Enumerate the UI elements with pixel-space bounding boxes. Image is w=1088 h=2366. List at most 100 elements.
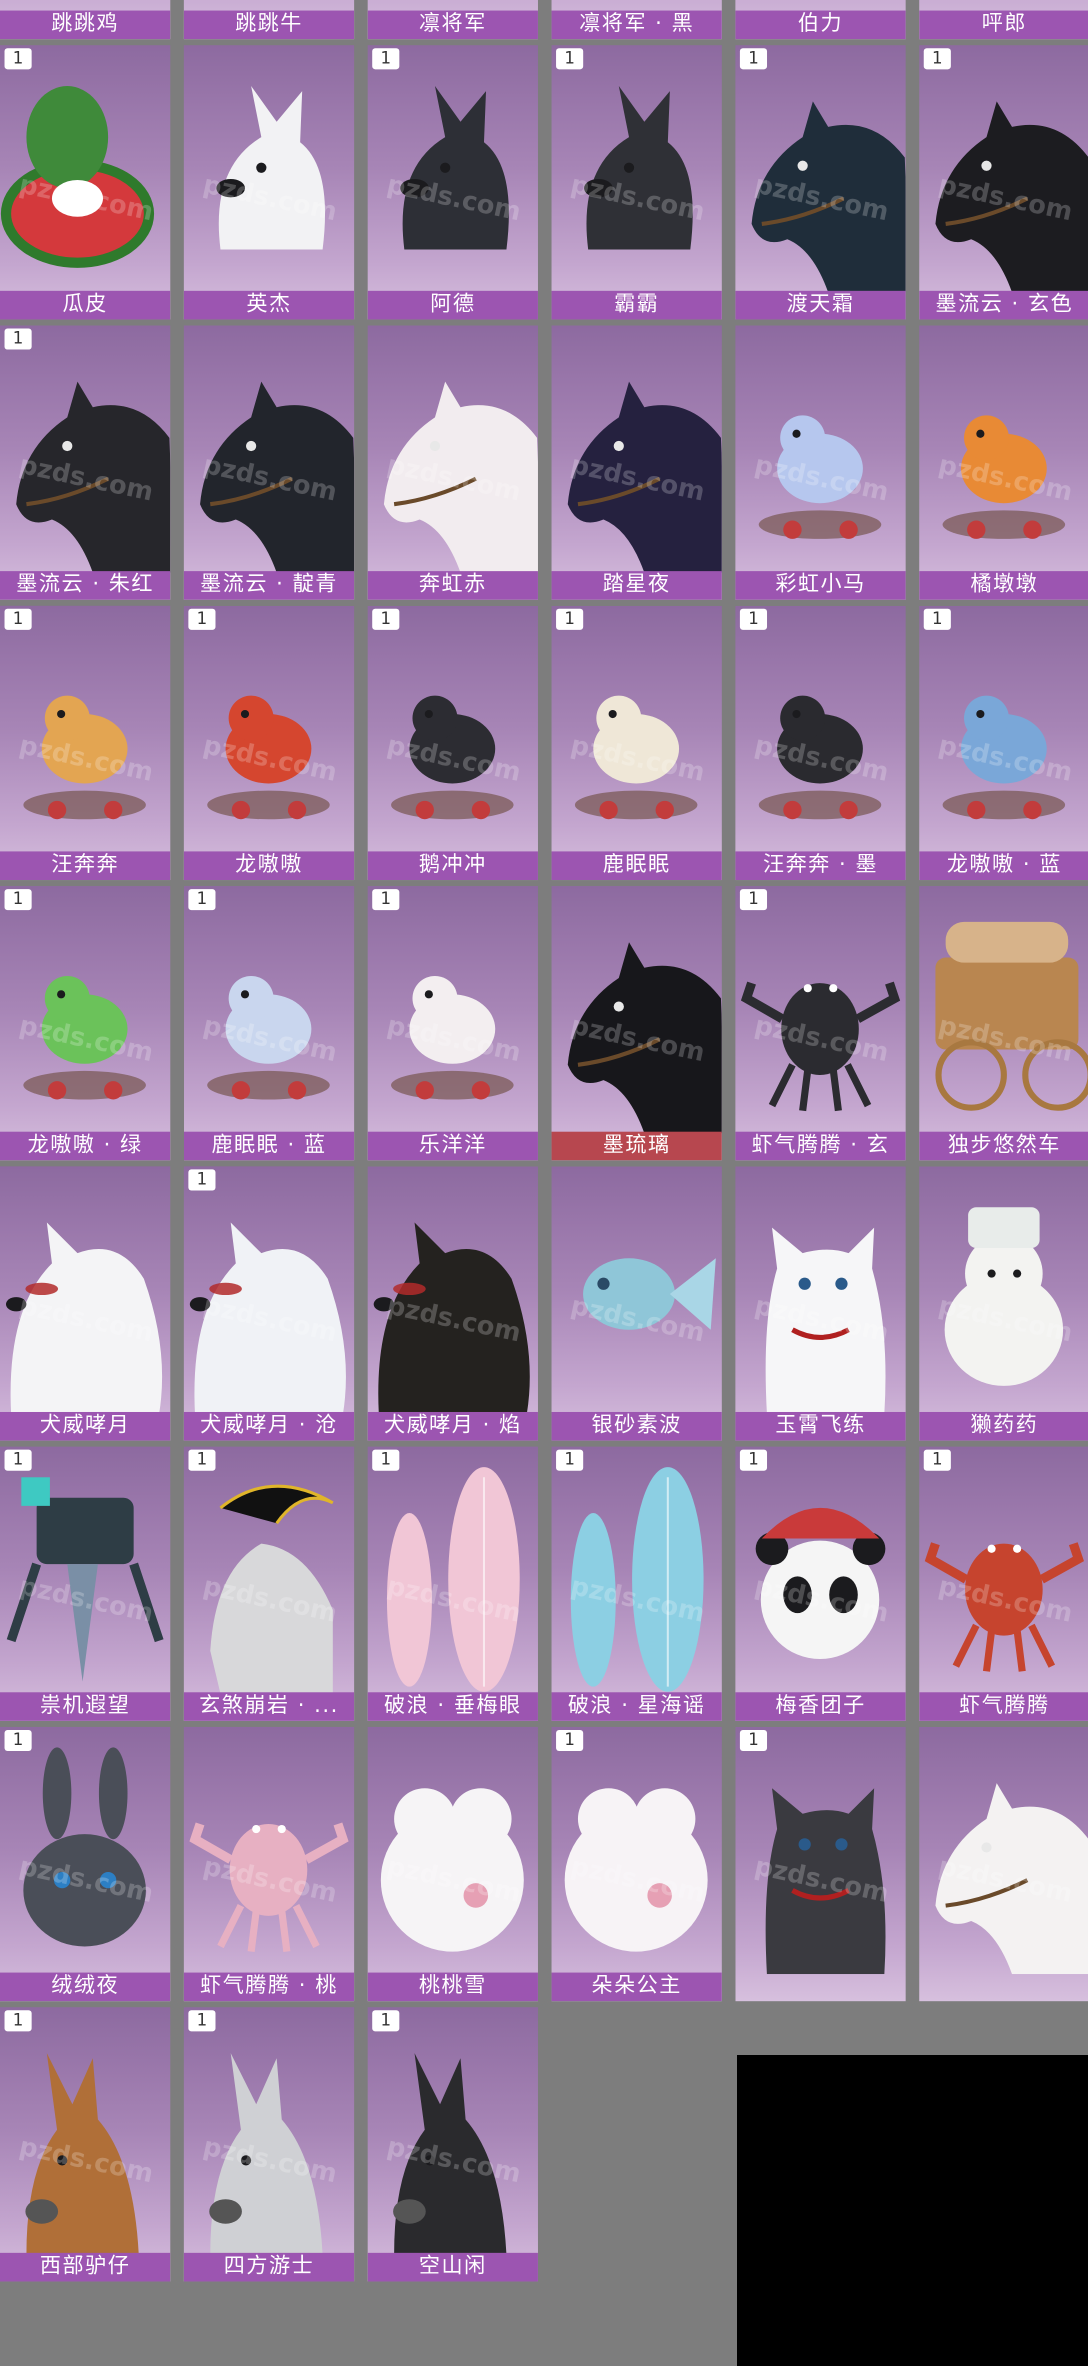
mount-image (184, 886, 354, 1133)
mount-card[interactable]: pzds.com 墨流云 · 靛青 (183, 325, 355, 600)
mount-name-label: 跳跳鸡 (0, 10, 171, 40)
mount-image (735, 1727, 905, 1975)
rank-badge: 1 (739, 889, 768, 911)
mount-card[interactable]: pzds.com 1 破浪 · 星海谣 (551, 1446, 722, 1721)
mount-card[interactable]: pzds.com 玉霄飞练 (735, 1166, 906, 1441)
mount-card[interactable]: pzds.com 1 阿德 (367, 45, 538, 320)
rank-badge: 1 (923, 1449, 951, 1471)
rank-badge: 1 (188, 1169, 216, 1191)
mount-card[interactable]: pzds.com 犬威哮月 (0, 1166, 171, 1441)
rank-badge: 1 (4, 48, 32, 70)
mount-card[interactable]: pzds.com 1 瓜皮 (0, 45, 171, 320)
mount-card[interactable]: pzds.com 1 破浪 · 垂梅眼 (367, 1446, 538, 1721)
item-grid: pzds.com跳跳鸡pzds.com跳跳牛pzds.com凛将军pzds.co… (0, 0, 1088, 2366)
mount-card[interactable]: pzds.com 1 汪奔奔 · 墨 (735, 605, 906, 881)
rank-badge: 1 (739, 1729, 768, 1752)
mount-card[interactable]: pzds.com 奔虹赤 (367, 325, 538, 600)
mount-card[interactable]: pzds.com呯郎 (919, 0, 1088, 40)
mount-card[interactable]: pzds.com 独步悠然车 (919, 886, 1088, 1161)
mount-card[interactable]: pzds.com 1 渡天霜 (735, 45, 906, 320)
mount-card[interactable]: pzds.com 英杰 (183, 45, 355, 320)
mount-name-label: 虾气腾腾 · 桃 (183, 1972, 355, 2002)
mount-card[interactable]: pzds.com 踏星夜 (551, 325, 722, 600)
rank-badge: 1 (923, 608, 951, 630)
mount-card[interactable]: pzds.com 1 祟机遐望 (0, 1446, 171, 1721)
mount-card[interactable]: pzds.com 1 西部驴仔 (0, 2007, 171, 2282)
mount-name-label: 瓜皮 (0, 290, 171, 320)
mount-card[interactable]: pzds.com 1 四方游士 (183, 2007, 355, 2282)
mount-name-label: 虾气腾腾 (919, 1692, 1088, 1721)
mount-image (735, 606, 905, 853)
empty-area (737, 2055, 1088, 2366)
mount-image (368, 2007, 538, 2255)
mount-card[interactable]: pzds.com 银砂素波 (551, 1166, 722, 1441)
rank-badge: 1 (923, 48, 951, 70)
mount-image (368, 45, 538, 292)
mount-card[interactable]: pzds.com 彩虹小马 (735, 325, 906, 600)
mount-image (184, 325, 355, 573)
mount-image (919, 1447, 1088, 1694)
mount-card[interactable]: pzds.com 1 龙嗷嗷 · 绿 (0, 886, 171, 1161)
mount-card[interactable]: pzds.com 虾气腾腾 · 桃 (183, 1726, 355, 2002)
mount-card[interactable]: pzds.com 1 霸霸 (551, 45, 722, 320)
mount-image (919, 45, 1088, 293)
mount-name-label: 汪奔奔 (0, 851, 171, 881)
mount-card[interactable]: pzds.com 1 虾气腾腾 (919, 1446, 1088, 1721)
mount-card[interactable]: pzds.com 1 墨流云 · 玄色 (919, 45, 1088, 320)
mount-image (184, 2007, 354, 2255)
mount-name-label: 跳跳牛 (183, 10, 355, 40)
mount-card[interactable]: pzds.com 桃桃雪 (367, 1726, 538, 2002)
mount-name-label: 英杰 (183, 290, 355, 320)
mount-card[interactable]: pzds.com 1 绒绒夜 (0, 1726, 171, 2002)
mount-card[interactable]: pzds.com 1 玄煞崩岩 · ... (183, 1446, 355, 1721)
mount-image (184, 1727, 354, 1974)
rank-badge: 1 (4, 2010, 32, 2032)
mount-name-label: 四方游士 (183, 2252, 355, 2282)
mount-card[interactable]: pzds.com (919, 1726, 1088, 2002)
mount-card[interactable]: pzds.com跳跳鸡 (0, 0, 171, 40)
mount-card[interactable]: pzds.com 1 鹿眠眠 · 蓝 (183, 886, 355, 1161)
mount-name-label: 墨琉璃 (551, 1131, 722, 1161)
mount-image (184, 45, 354, 292)
mount-card[interactable]: pzds.com跳跳牛 (183, 0, 355, 40)
rank-badge: 1 (556, 608, 584, 630)
mount-name-label: 渡天霜 (735, 290, 906, 320)
mount-name-label: 银砂素波 (551, 1411, 722, 1441)
mount-card[interactable]: pzds.com 橘墩墩 (919, 325, 1088, 600)
mount-card[interactable]: pzds.com 1 鹅冲冲 (367, 605, 538, 881)
mount-card[interactable]: pzds.com 1 朵朵公主 (551, 1726, 722, 2002)
mount-image (0, 45, 170, 292)
rank-badge: 1 (556, 1729, 584, 1752)
mount-card[interactable]: pzds.com 1 汪奔奔 (0, 605, 171, 881)
mount-card[interactable]: pzds.com伯力 (735, 0, 906, 40)
mount-card[interactable]: pzds.com 1 空山闲 (367, 2007, 538, 2282)
mount-name-label: 乐洋洋 (367, 1131, 538, 1161)
mount-card[interactable]: pzds.com 1 梅香团子 (735, 1446, 906, 1721)
mount-card[interactable]: pzds.com 墨琉璃 (551, 886, 722, 1161)
mount-card[interactable]: pzds.com 1 犬威哮月 · 沧 (183, 1166, 355, 1441)
mount-card[interactable]: pzds.com 1 (735, 1726, 906, 2002)
mount-card[interactable]: pzds.com 1 虾气腾腾 · 玄 (735, 886, 906, 1161)
mount-card[interactable]: pzds.com 犬威哮月 · 焰 (367, 1166, 538, 1441)
mount-image (0, 1447, 170, 1694)
mount-image (0, 325, 171, 573)
mount-card[interactable]: pzds.com凛将军 (367, 0, 538, 40)
rank-badge: 1 (4, 328, 32, 350)
mount-name-label: 鹿眠眠 (551, 851, 722, 881)
mount-name-label: 凛将军 (367, 10, 538, 40)
rank-badge: 1 (188, 608, 216, 630)
mount-name-label: 桃桃雪 (367, 1972, 538, 2002)
mount-name-label: 犬威哮月 · 焰 (367, 1411, 538, 1441)
mount-card[interactable]: pzds.com 1 龙嗷嗷 (183, 605, 355, 881)
mount-name-label: 玉霄飞练 (735, 1411, 906, 1441)
mount-card[interactable]: pzds.com 1 龙嗷嗷 · 蓝 (919, 605, 1088, 881)
mount-card[interactable]: pzds.com 獭药药 (919, 1166, 1088, 1441)
mount-image (368, 886, 538, 1133)
mount-card[interactable]: pzds.com 1 乐洋洋 (367, 886, 538, 1161)
mount-card[interactable]: pzds.com 1 鹿眠眠 (551, 605, 722, 881)
mount-name-label: 龙嗷嗷 · 绿 (0, 1131, 171, 1161)
mount-name-label: 彩虹小马 (735, 571, 906, 600)
rank-badge: 1 (4, 1449, 32, 1471)
mount-card[interactable]: pzds.com 1 墨流云 · 朱红 (0, 325, 171, 600)
mount-card[interactable]: pzds.com凛将军 · 黑 (551, 0, 722, 40)
